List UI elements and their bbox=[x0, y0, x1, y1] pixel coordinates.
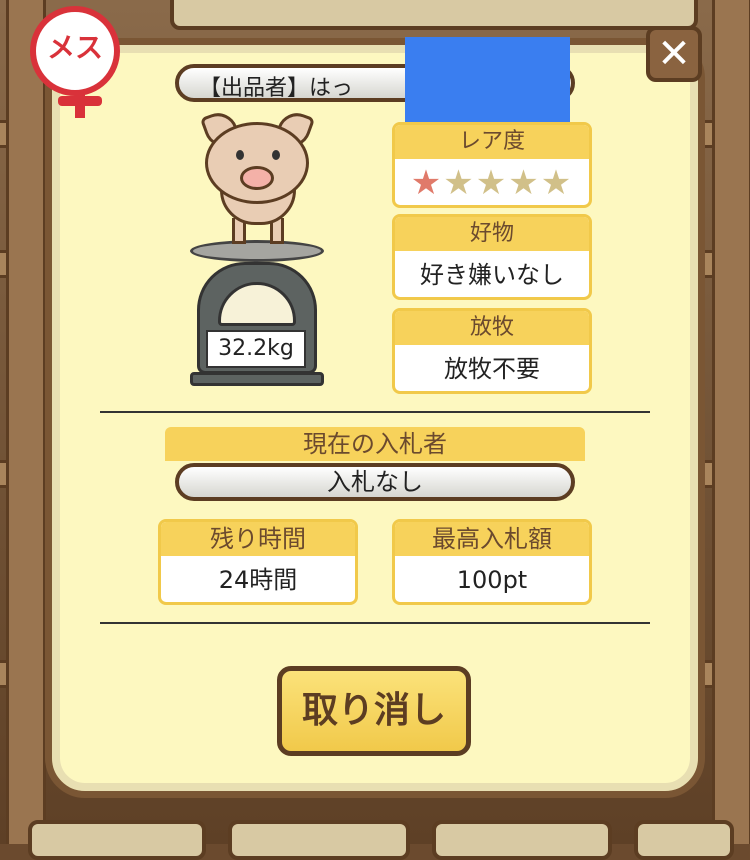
rarity-box: レア度 ★★★★★ bbox=[392, 122, 592, 208]
star-empty-icon: ★ bbox=[443, 163, 476, 203]
close-button[interactable]: ✕ bbox=[646, 26, 702, 82]
bottom-tab[interactable] bbox=[634, 820, 734, 860]
weight-readout: 32.2kg bbox=[206, 330, 306, 368]
divider bbox=[100, 411, 650, 413]
top-bar bbox=[170, 0, 698, 30]
divider bbox=[100, 622, 650, 624]
current-bidder-value: 入札なし bbox=[175, 463, 575, 501]
pig-eye bbox=[272, 150, 280, 160]
star-empty-icon: ★ bbox=[475, 163, 509, 203]
grazing-label: 放牧 bbox=[395, 311, 589, 345]
pig-snout bbox=[240, 166, 274, 190]
favorite-label: 好物 bbox=[395, 217, 589, 251]
rarity-label: レア度 bbox=[395, 125, 589, 159]
bottom-tab[interactable] bbox=[432, 820, 612, 860]
seller-label: 【出品者】はっ bbox=[199, 76, 354, 101]
time-left-label: 残り時間 bbox=[161, 522, 355, 556]
bottom-tab[interactable] bbox=[228, 820, 410, 860]
scale-foot bbox=[190, 372, 324, 386]
highest-bid-value: 100pt bbox=[456, 566, 528, 594]
star-empty-icon: ★ bbox=[508, 163, 541, 203]
grazing-box: 放牧 放牧不要 bbox=[392, 308, 592, 394]
highest-bid-label: 最高入札額 bbox=[395, 522, 589, 556]
current-bidder-label: 現在の入札者 bbox=[165, 427, 585, 461]
star-empty-icon: ★ bbox=[540, 163, 574, 203]
scale-plate bbox=[190, 240, 324, 262]
background-post bbox=[6, 0, 46, 844]
female-symbol-cross bbox=[58, 96, 102, 106]
sex-label: メス bbox=[46, 31, 103, 64]
star-filled-icon: ★ bbox=[410, 163, 444, 203]
current-bidder-box: 現在の入札者 入札なし bbox=[165, 427, 585, 503]
bottom-tab[interactable] bbox=[28, 820, 206, 860]
favorite-box: 好物 好き嫌いなし bbox=[392, 214, 592, 300]
redaction-box bbox=[405, 37, 570, 130]
time-left-value: 24時間 bbox=[218, 566, 298, 594]
rarity-stars: ★★★★★ bbox=[395, 159, 589, 205]
background-post bbox=[712, 0, 750, 844]
pig-eye bbox=[236, 150, 244, 160]
time-left-box: 残り時間 24時間 bbox=[158, 519, 358, 605]
cancel-button[interactable]: 取り消し bbox=[277, 666, 471, 756]
female-badge: メス bbox=[30, 6, 120, 118]
grazing-value: 放牧不要 bbox=[444, 355, 540, 383]
favorite-value: 好き嫌いなし bbox=[420, 261, 564, 289]
highest-bid-box: 最高入札額 100pt bbox=[392, 519, 592, 605]
pig-head bbox=[205, 122, 309, 204]
close-icon: ✕ bbox=[657, 31, 691, 77]
